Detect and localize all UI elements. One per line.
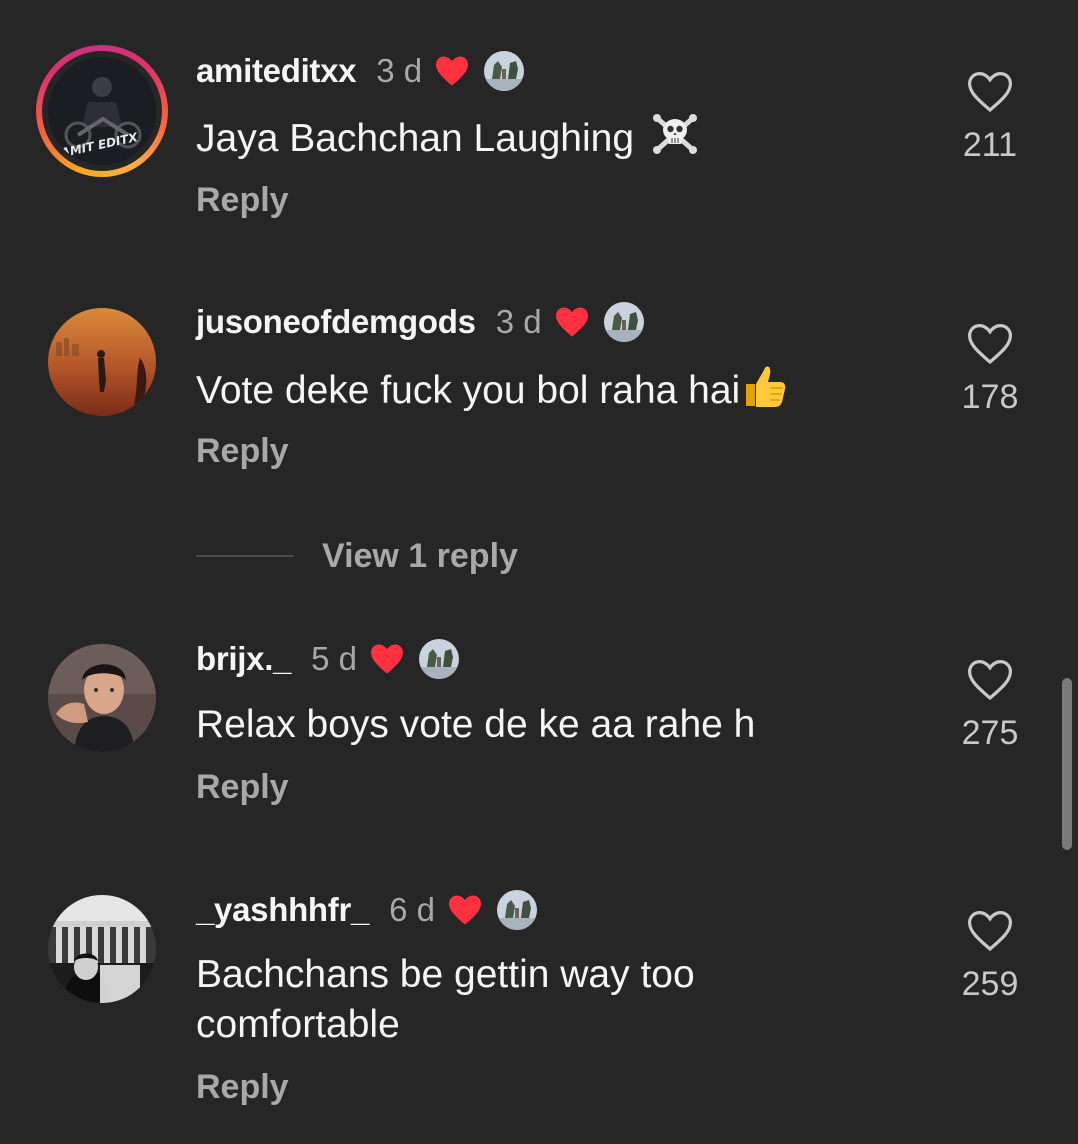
- like-count: 275: [961, 714, 1019, 752]
- timestamp: 5 d: [311, 640, 357, 677]
- comment-meta: brijx._ 5 d: [196, 637, 459, 681]
- reply-button[interactable]: Reply: [196, 432, 289, 471]
- comment-meta: jusoneofdemgods 3 d: [196, 300, 644, 344]
- scrollbar[interactable]: [1062, 678, 1072, 850]
- creator-avatar-icon: [419, 639, 459, 679]
- comment-text-line-1: Bachchans be gettin way too: [196, 953, 695, 996]
- like-control: 178: [950, 322, 1030, 417]
- thumbs-up-icon: [742, 362, 788, 423]
- view-replies-divider: [196, 555, 294, 557]
- username[interactable]: brijx._: [196, 640, 291, 678]
- reply-button[interactable]: Reply: [196, 181, 289, 220]
- avatar-jusoneofdemgods[interactable]: [48, 308, 156, 416]
- creator-avatar-icon: [484, 51, 525, 91]
- like-control: 259: [950, 909, 1030, 1004]
- like-count: 178: [961, 378, 1019, 416]
- timestamp: 3 d: [376, 52, 423, 89]
- view-replies-label[interactable]: View 1 reply: [322, 537, 518, 576]
- heart-outline-icon[interactable]: [966, 909, 1014, 953]
- comment-text-line-2: comfortable: [196, 1003, 400, 1046]
- like-count: 211: [962, 126, 1018, 164]
- reply-button[interactable]: Reply: [196, 768, 289, 807]
- username[interactable]: jusoneofdemgods: [196, 303, 476, 341]
- creator-liked-heart-icon: [436, 56, 469, 86]
- creator-liked-heart-icon: [448, 895, 481, 925]
- creator-avatar-icon: [603, 302, 644, 342]
- comment-text: Relax boys vote de ke aa rahe h: [196, 703, 756, 746]
- avatar-amiteditxx[interactable]: AMIT EDITX: [48, 57, 156, 165]
- timestamp: 3 d: [495, 303, 542, 340]
- like-count: 259: [961, 965, 1019, 1003]
- comment-text: Bachchans be gettin way too comfortable: [196, 950, 916, 1050]
- like-control: 211: [950, 70, 1030, 165]
- creator-avatar-icon: [496, 890, 537, 930]
- comment-text: Jaya Bachchan Laughing: [196, 112, 916, 169]
- heart-outline-icon[interactable]: [966, 70, 1014, 114]
- skull-crossbones-icon: [651, 112, 699, 169]
- avatar-brijx[interactable]: [48, 644, 156, 752]
- view-replies[interactable]: View 1 reply: [196, 534, 518, 578]
- creator-liked-heart-icon: [371, 644, 403, 674]
- like-control: 275: [950, 658, 1030, 753]
- creator-liked-heart-icon: [555, 307, 588, 337]
- heart-outline-icon[interactable]: [966, 658, 1014, 702]
- story-ring[interactable]: AMIT EDITX: [36, 45, 168, 177]
- reply-button[interactable]: Reply: [196, 1068, 289, 1107]
- username[interactable]: _yashhhfr_: [196, 891, 369, 929]
- comment-meta: _yashhhfr_ 6 d: [196, 888, 537, 932]
- heart-outline-icon[interactable]: [966, 322, 1014, 366]
- comment-text: Vote deke fuck you bol raha hai: [196, 362, 916, 423]
- timestamp: 6 d: [389, 891, 435, 928]
- comment-meta: amiteditxx 3 d: [196, 49, 525, 93]
- username[interactable]: amiteditxx: [196, 52, 357, 90]
- avatar-yashhhfr[interactable]: [48, 895, 156, 1003]
